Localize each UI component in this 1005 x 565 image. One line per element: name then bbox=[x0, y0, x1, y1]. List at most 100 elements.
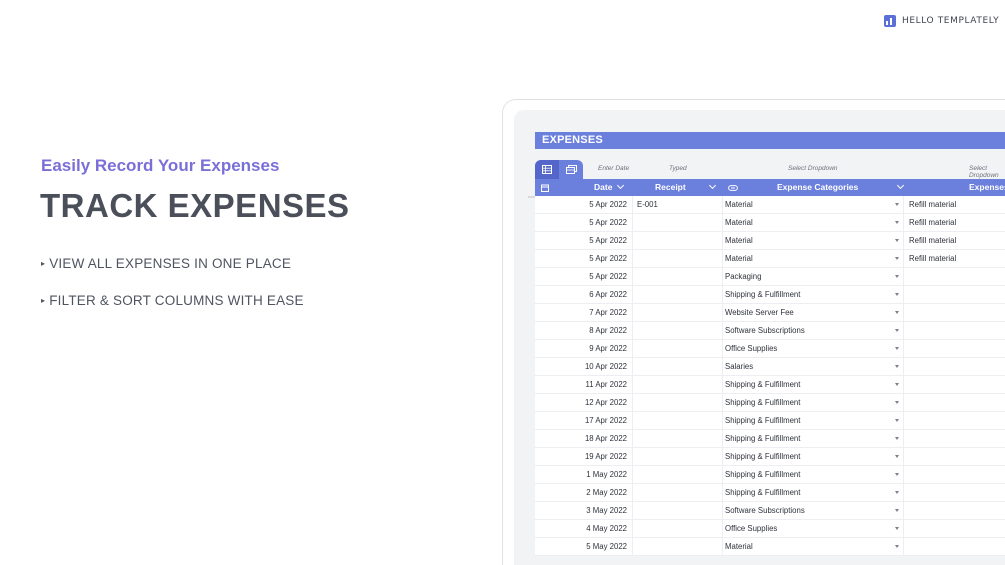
expense-cell[interactable]: Refill material bbox=[909, 196, 956, 214]
category-dropdown[interactable]: Material bbox=[725, 250, 753, 268]
table-row[interactable]: 5 Apr 2022 Packaging bbox=[535, 268, 1005, 286]
date-cell[interactable]: 12 Apr 2022 bbox=[535, 394, 627, 412]
table-row[interactable]: 1 May 2022 Shipping & Fulfillment bbox=[535, 466, 1005, 484]
category-dropdown[interactable]: Packaging bbox=[725, 268, 761, 286]
dropdown-arrow-icon[interactable] bbox=[895, 293, 899, 296]
category-dropdown[interactable]: Shipping & Fulfillment bbox=[725, 286, 800, 304]
table-row[interactable]: 5 Apr 2022 Material Refill material bbox=[535, 250, 1005, 268]
dropdown-arrow-icon[interactable] bbox=[895, 257, 899, 260]
category-dropdown[interactable]: Material bbox=[725, 196, 753, 214]
date-cell[interactable]: 5 Apr 2022 bbox=[535, 214, 627, 232]
category-dropdown[interactable]: Shipping & Fulfillment bbox=[725, 430, 800, 448]
cell-divider bbox=[722, 538, 723, 556]
table-row[interactable]: 2 May 2022 Shipping & Fulfillment bbox=[535, 484, 1005, 502]
cell-divider bbox=[903, 214, 904, 232]
expense-cell[interactable]: Refill material bbox=[909, 214, 956, 232]
table-row[interactable]: 5 Apr 2022 E-001 Material Refill material bbox=[535, 196, 1005, 214]
dropdown-arrow-icon[interactable] bbox=[895, 311, 899, 314]
date-cell[interactable]: 1 May 2022 bbox=[535, 466, 627, 484]
column-header-date[interactable]: Date bbox=[594, 179, 625, 196]
table-row[interactable]: 8 Apr 2022 Software Subscriptions bbox=[535, 322, 1005, 340]
dropdown-arrow-icon[interactable] bbox=[895, 545, 899, 548]
date-cell[interactable]: 6 Apr 2022 bbox=[535, 286, 627, 304]
dropdown-arrow-icon[interactable] bbox=[895, 203, 899, 206]
table-row[interactable]: 4 May 2022 Office Supplies bbox=[535, 520, 1005, 538]
date-cell[interactable]: 2 May 2022 bbox=[535, 484, 627, 502]
dropdown-arrow-icon[interactable] bbox=[895, 509, 899, 512]
cell-divider bbox=[903, 448, 904, 466]
table-row[interactable]: 5 Apr 2022 Material Refill material bbox=[535, 232, 1005, 250]
dropdown-arrow-icon[interactable] bbox=[895, 527, 899, 530]
date-cell[interactable]: 18 Apr 2022 bbox=[535, 430, 627, 448]
expense-cell[interactable]: Refill material bbox=[909, 250, 956, 268]
table-row[interactable]: 10 Apr 2022 Salaries bbox=[535, 358, 1005, 376]
column-header-receipt[interactable]: Receipt bbox=[655, 179, 716, 196]
dropdown-arrow-icon[interactable] bbox=[895, 383, 899, 386]
dropdown-arrow-icon[interactable] bbox=[895, 329, 899, 332]
category-dropdown[interactable]: Shipping & Fulfillment bbox=[725, 466, 800, 484]
dropdown-arrow-icon[interactable] bbox=[895, 347, 899, 350]
date-cell[interactable]: 4 May 2022 bbox=[535, 520, 627, 538]
category-dropdown[interactable]: Shipping & Fulfillment bbox=[725, 448, 800, 466]
table-row[interactable]: 12 Apr 2022 Shipping & Fulfillment bbox=[535, 394, 1005, 412]
category-dropdown[interactable]: Shipping & Fulfillment bbox=[725, 412, 800, 430]
date-cell[interactable]: 8 Apr 2022 bbox=[535, 322, 627, 340]
date-cell[interactable]: 7 Apr 2022 bbox=[535, 304, 627, 322]
date-cell[interactable]: 5 Apr 2022 bbox=[535, 232, 627, 250]
table-row[interactable]: 11 Apr 2022 Shipping & Fulfillment bbox=[535, 376, 1005, 394]
date-cell[interactable]: 3 May 2022 bbox=[535, 502, 627, 520]
table-row[interactable]: 18 Apr 2022 Shipping & Fulfillment bbox=[535, 430, 1005, 448]
category-dropdown[interactable]: Shipping & Fulfillment bbox=[725, 394, 800, 412]
table-row[interactable]: 5 May 2022 Material bbox=[535, 538, 1005, 556]
date-cell[interactable]: 11 Apr 2022 bbox=[535, 376, 627, 394]
category-dropdown[interactable]: Software Subscriptions bbox=[725, 322, 805, 340]
table-row[interactable]: 9 Apr 2022 Office Supplies bbox=[535, 340, 1005, 358]
category-dropdown[interactable]: Software Subscriptions bbox=[725, 502, 805, 520]
cell-divider bbox=[632, 448, 633, 466]
category-dropdown[interactable]: Shipping & Fulfillment bbox=[725, 484, 800, 502]
cell-divider bbox=[722, 520, 723, 538]
category-dropdown[interactable]: Website Server Fee bbox=[725, 304, 794, 322]
dropdown-arrow-icon[interactable] bbox=[895, 455, 899, 458]
category-dropdown[interactable]: Material bbox=[725, 214, 753, 232]
date-cell[interactable]: 5 Apr 2022 bbox=[535, 268, 627, 286]
dropdown-arrow-icon[interactable] bbox=[895, 221, 899, 224]
cell-divider bbox=[722, 268, 723, 286]
expense-cell[interactable]: Refill material bbox=[909, 232, 956, 250]
category-dropdown[interactable]: Office Supplies bbox=[725, 340, 777, 358]
table-row[interactable]: 5 Apr 2022 Material Refill material bbox=[535, 214, 1005, 232]
dropdown-arrow-icon[interactable] bbox=[895, 239, 899, 242]
dropdown-arrow-icon[interactable] bbox=[895, 473, 899, 476]
date-cell[interactable]: 5 Apr 2022 bbox=[535, 196, 627, 214]
table-row[interactable]: 7 Apr 2022 Website Server Fee bbox=[535, 304, 1005, 322]
date-cell[interactable]: 5 Apr 2022 bbox=[535, 250, 627, 268]
table-body: 5 Apr 2022 E-001 Material Refill material 5 … bbox=[535, 196, 1005, 556]
category-dropdown[interactable]: Material bbox=[725, 538, 753, 556]
category-dropdown[interactable]: Office Supplies bbox=[725, 520, 777, 538]
category-dropdown[interactable]: Shipping & Fulfillment bbox=[725, 376, 800, 394]
date-cell[interactable]: 9 Apr 2022 bbox=[535, 340, 627, 358]
dropdown-arrow-icon[interactable] bbox=[895, 275, 899, 278]
table-row[interactable]: 6 Apr 2022 Shipping & Fulfillment bbox=[535, 286, 1005, 304]
dropdown-arrow-icon[interactable] bbox=[895, 419, 899, 422]
cell-divider bbox=[903, 520, 904, 538]
category-dropdown[interactable]: Material bbox=[725, 232, 753, 250]
table-row[interactable]: 3 May 2022 Software Subscriptions bbox=[535, 502, 1005, 520]
gallery-view-button[interactable] bbox=[559, 160, 583, 179]
dropdown-arrow-icon[interactable] bbox=[895, 401, 899, 404]
receipt-cell[interactable]: E-001 bbox=[637, 196, 658, 214]
column-header-category[interactable]: Expense Categories bbox=[777, 179, 905, 196]
cell-divider bbox=[722, 448, 723, 466]
date-cell[interactable]: 19 Apr 2022 bbox=[535, 448, 627, 466]
dropdown-arrow-icon[interactable] bbox=[895, 365, 899, 368]
date-cell[interactable]: 10 Apr 2022 bbox=[535, 358, 627, 376]
table-row[interactable]: 17 Apr 2022 Shipping & Fulfillment bbox=[535, 412, 1005, 430]
dropdown-arrow-icon[interactable] bbox=[895, 437, 899, 440]
category-dropdown[interactable]: Salaries bbox=[725, 358, 753, 376]
grid-view-button[interactable] bbox=[535, 160, 559, 179]
dropdown-arrow-icon[interactable] bbox=[895, 491, 899, 494]
date-cell[interactable]: 17 Apr 2022 bbox=[535, 412, 627, 430]
column-header-expenses[interactable]: Expenses bbox=[969, 179, 1005, 196]
date-cell[interactable]: 5 May 2022 bbox=[535, 538, 627, 556]
table-row[interactable]: 19 Apr 2022 Shipping & Fulfillment bbox=[535, 448, 1005, 466]
